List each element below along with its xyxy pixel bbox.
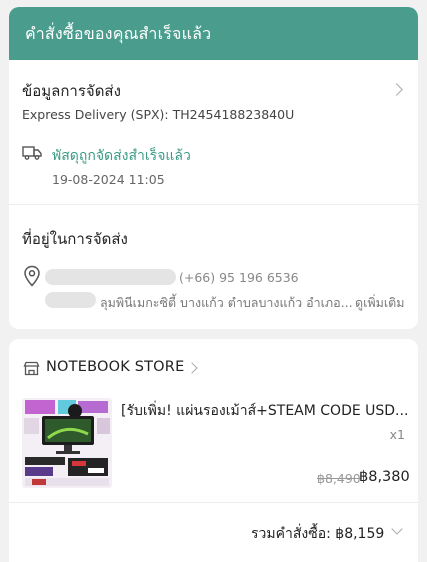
sale-price: ฿8,380	[359, 469, 410, 485]
product-quantity: x1	[389, 427, 405, 442]
shipping-info-title: ข้อมูลการจัดส่ง	[22, 82, 121, 100]
chevron-right-icon[interactable]	[390, 83, 403, 96]
delivery-timestamp: 19-08-2024 11:05	[52, 172, 165, 187]
location-pin-icon	[24, 265, 40, 287]
order-status-banner: คำสั่งซื้อของคุณสำเร็จแล้ว	[9, 7, 418, 60]
store-icon	[23, 361, 40, 376]
redacted-recipient-name	[45, 269, 176, 285]
store-name: NOTEBOOK STORE	[46, 359, 185, 375]
store-order-card: NOTEBOOK STORE [รับเพิ่ม! แผ่นรองเม้าส์+…	[9, 339, 418, 562]
divider	[9, 204, 418, 205]
delivery-address: ลุมพินีเมกะซิตี้ บางแก้ว ตำบลบางแก้ว อำเ…	[100, 295, 353, 310]
redacted-address-part	[45, 292, 96, 308]
chevron-down-icon[interactable]	[391, 523, 403, 535]
product-image	[22, 398, 112, 488]
address-title: ที่อยู่ในการจัดส่ง	[22, 230, 128, 248]
recipient-phone: (+66) 95 196 6536	[179, 270, 299, 285]
original-price: ฿8,490	[317, 471, 361, 486]
order-total: รวมคำสั่งซื้อ: ฿8,159	[251, 526, 385, 542]
see-more-link[interactable]: ดูเพิ่มเติม	[355, 293, 405, 313]
chevron-right-icon[interactable]	[186, 362, 198, 374]
product-title: [รับเพิ่ม! แผ่นรองเม้าส์+STEAM CODE USD.…	[121, 403, 409, 419]
tracking-number: Express Delivery (SPX): TH245418823840U	[22, 107, 295, 122]
truck-icon	[22, 146, 42, 160]
divider	[9, 502, 418, 503]
delivery-status: พัสดุถูกจัดส่งสำเร็จแล้ว	[52, 148, 191, 164]
order-summary-card: คำสั่งซื้อของคุณสำเร็จแล้ว ข้อมูลการจัดส…	[9, 7, 418, 329]
